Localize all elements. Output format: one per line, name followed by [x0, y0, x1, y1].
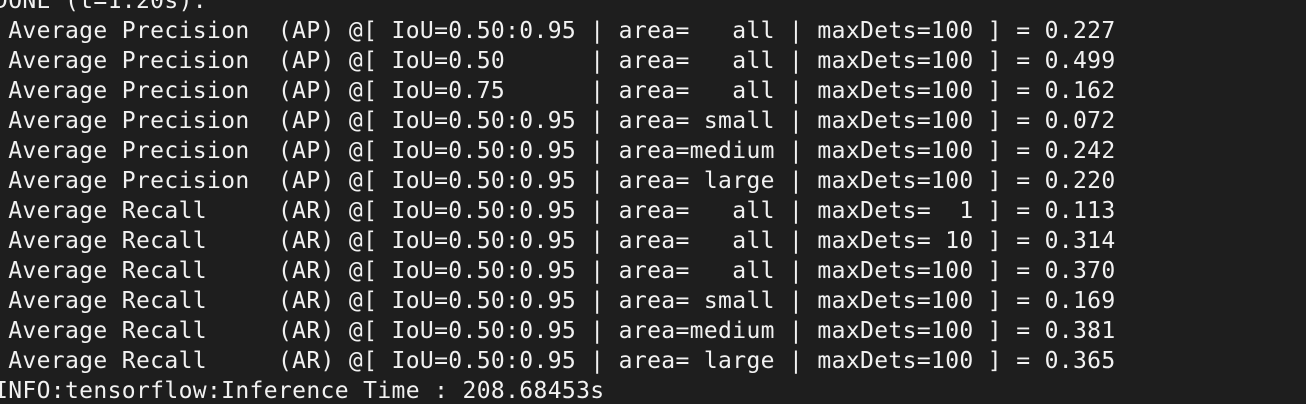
terminal-line-ar-10: Average Recall (AR) @[ IoU=0.50:0.95 | a…	[0, 228, 1116, 254]
terminal-line-ap-small: Average Precision (AP) @[ IoU=0.50:0.95 …	[0, 108, 1116, 134]
terminal-line-ap-medium: Average Precision (AP) @[ IoU=0.50:0.95 …	[0, 138, 1116, 164]
terminal-line-ap-50: Average Precision (AP) @[ IoU=0.50 | are…	[0, 48, 1116, 74]
terminal-lines: DONE (t=1.20s). Average Precision (AP) @…	[0, 0, 1116, 404]
terminal-line-ar-100: Average Recall (AR) @[ IoU=0.50:0.95 | a…	[0, 258, 1116, 284]
terminal-line-ar-medium: Average Recall (AR) @[ IoU=0.50:0.95 | a…	[0, 318, 1116, 344]
terminal-line-inference-time: INFO:tensorflow:Inference Time : 208.684…	[0, 378, 605, 404]
terminal-line-ap-large: Average Precision (AP) @[ IoU=0.50:0.95 …	[0, 168, 1116, 194]
terminal-line-ar-small: Average Recall (AR) @[ IoU=0.50:0.95 | a…	[0, 288, 1116, 314]
terminal-line-done: DONE (t=1.20s).	[0, 0, 207, 14]
terminal-line-ar-1: Average Recall (AR) @[ IoU=0.50:0.95 | a…	[0, 198, 1116, 224]
terminal-line-ap-all: Average Precision (AP) @[ IoU=0.50:0.95 …	[0, 18, 1116, 44]
terminal-line-ar-large: Average Recall (AR) @[ IoU=0.50:0.95 | a…	[0, 348, 1116, 374]
terminal-line-ap-75: Average Precision (AP) @[ IoU=0.75 | are…	[0, 78, 1116, 104]
terminal-output: DONE (t=1.20s). Average Precision (AP) @…	[0, 0, 1306, 404]
